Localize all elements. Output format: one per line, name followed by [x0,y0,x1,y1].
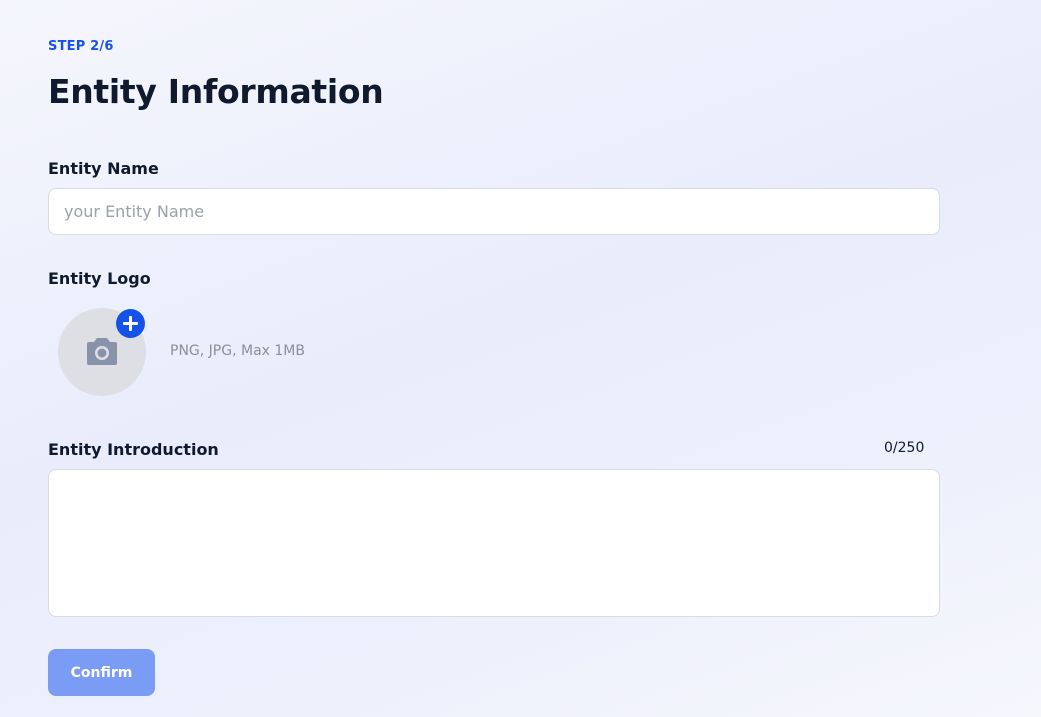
logo-hint: PNG, JPG, Max 1MB [170,343,305,359]
character-counter: 0/250 [884,440,925,456]
page-title: Entity Information [48,72,384,111]
plus-badge-icon[interactable] [116,309,145,338]
logo-upload-button[interactable] [58,308,146,396]
entity-logo-label: Entity Logo [48,269,151,288]
confirm-button[interactable]: Confirm [48,649,155,696]
entity-introduction-textarea[interactable] [48,469,940,617]
entity-name-input[interactable] [48,188,940,235]
entity-name-label: Entity Name [48,159,159,178]
step-indicator: STEP 2/6 [48,39,114,54]
entity-introduction-label: Entity Introduction [48,440,219,459]
camera-icon [87,338,117,365]
